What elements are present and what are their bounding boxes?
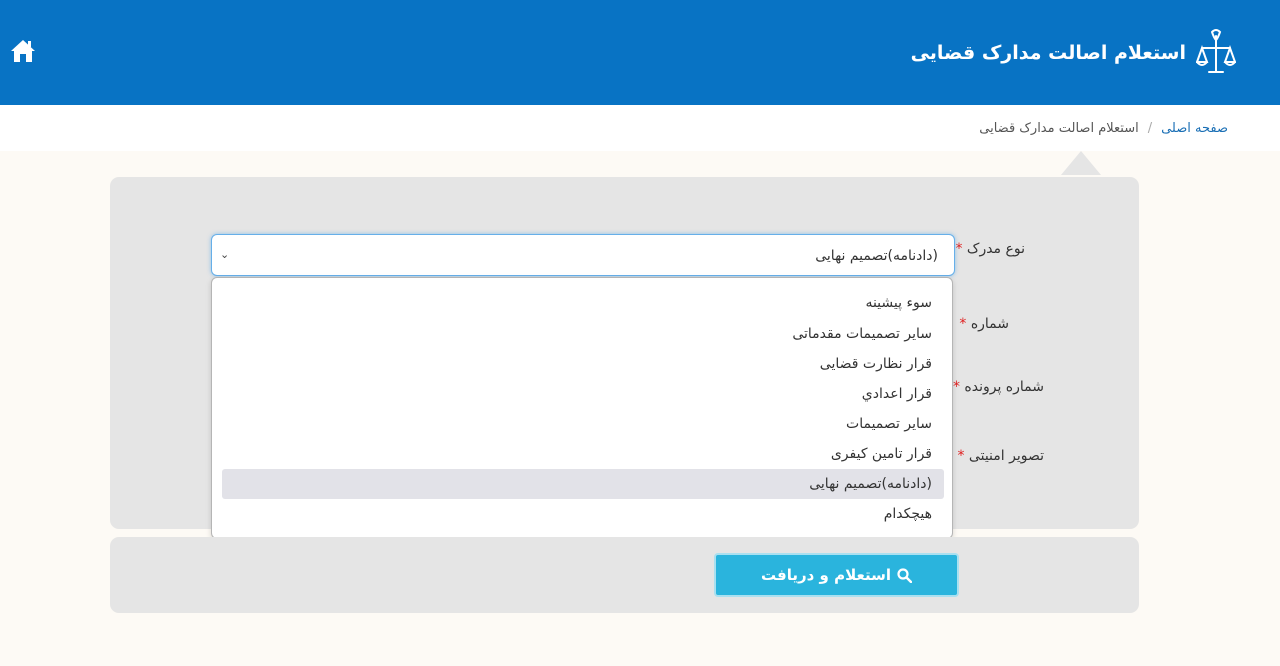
document-type-dropdown: سوء پیشینه سایر تصمیمات مقدماتی قرار نظا… — [211, 277, 953, 539]
required-mark: * — [959, 316, 967, 332]
action-panel — [110, 537, 1139, 613]
scales-of-justice-logo — [1196, 29, 1236, 73]
inquiry-submit-label: استعلام و دریافت — [761, 566, 891, 584]
dropdown-option[interactable]: هیچکدام — [222, 499, 944, 529]
dropdown-option[interactable]: سوء پیشینه — [222, 288, 944, 318]
home-icon — [11, 40, 35, 62]
dropdown-option[interactable]: سایر تصمیمات — [222, 409, 944, 439]
home-button[interactable] — [10, 38, 36, 64]
panel-pointer — [1061, 151, 1101, 175]
captcha-label-text: تصویر امنیتی — [968, 448, 1044, 464]
breadcrumb-separator: / — [1147, 121, 1153, 136]
case-number-label: شماره پرونده * — [947, 379, 1044, 395]
document-type-selected-value: (دادنامه)تصمیم نهایی — [815, 248, 938, 264]
required-mark: * — [955, 241, 963, 257]
document-type-label: نوع مدرک * — [949, 241, 1025, 257]
breadcrumb: صفحه اصلی / استعلام اصالت مدارک قضایی — [979, 121, 1228, 136]
number-label-text: شماره — [970, 316, 1009, 332]
app-title: استعلام اصالت مدارک قضایی — [910, 42, 1186, 64]
document-type-label-text: نوع مدرک — [966, 241, 1025, 257]
chevron-down-icon: ⌄ — [220, 248, 230, 261]
inquiry-submit-button[interactable]: استعلام و دریافت — [714, 553, 959, 597]
top-header-bar: استعلام اصالت مدارک قضایی — [0, 0, 1280, 105]
dropdown-option[interactable]: قرار اعدادي — [222, 379, 944, 409]
document-type-select[interactable]: (دادنامه)تصمیم نهایی ⌄ — [211, 234, 955, 276]
dropdown-option-selected[interactable]: (دادنامه)تصمیم نهایی — [222, 469, 944, 499]
case-number-label-text: شماره پرونده — [964, 379, 1044, 395]
breadcrumb-home-link[interactable]: صفحه اصلی — [1161, 121, 1228, 136]
required-mark: * — [952, 379, 960, 395]
breadcrumb-bar: صفحه اصلی / استعلام اصالت مدارک قضایی — [0, 105, 1280, 151]
search-icon — [897, 567, 912, 583]
required-mark: * — [957, 448, 965, 464]
dropdown-option[interactable]: قرار تامین کیفری — [222, 439, 944, 469]
brand: استعلام اصالت مدارک قضایی — [911, 28, 1236, 78]
breadcrumb-current: استعلام اصالت مدارک قضایی — [979, 121, 1139, 136]
dropdown-option[interactable]: سایر تصمیمات مقدماتی — [222, 319, 944, 349]
dropdown-option[interactable]: قرار نظارت قضایی — [222, 349, 944, 379]
captcha-label: تصویر امنیتی * — [951, 448, 1044, 464]
number-label: شماره * — [953, 316, 1009, 332]
